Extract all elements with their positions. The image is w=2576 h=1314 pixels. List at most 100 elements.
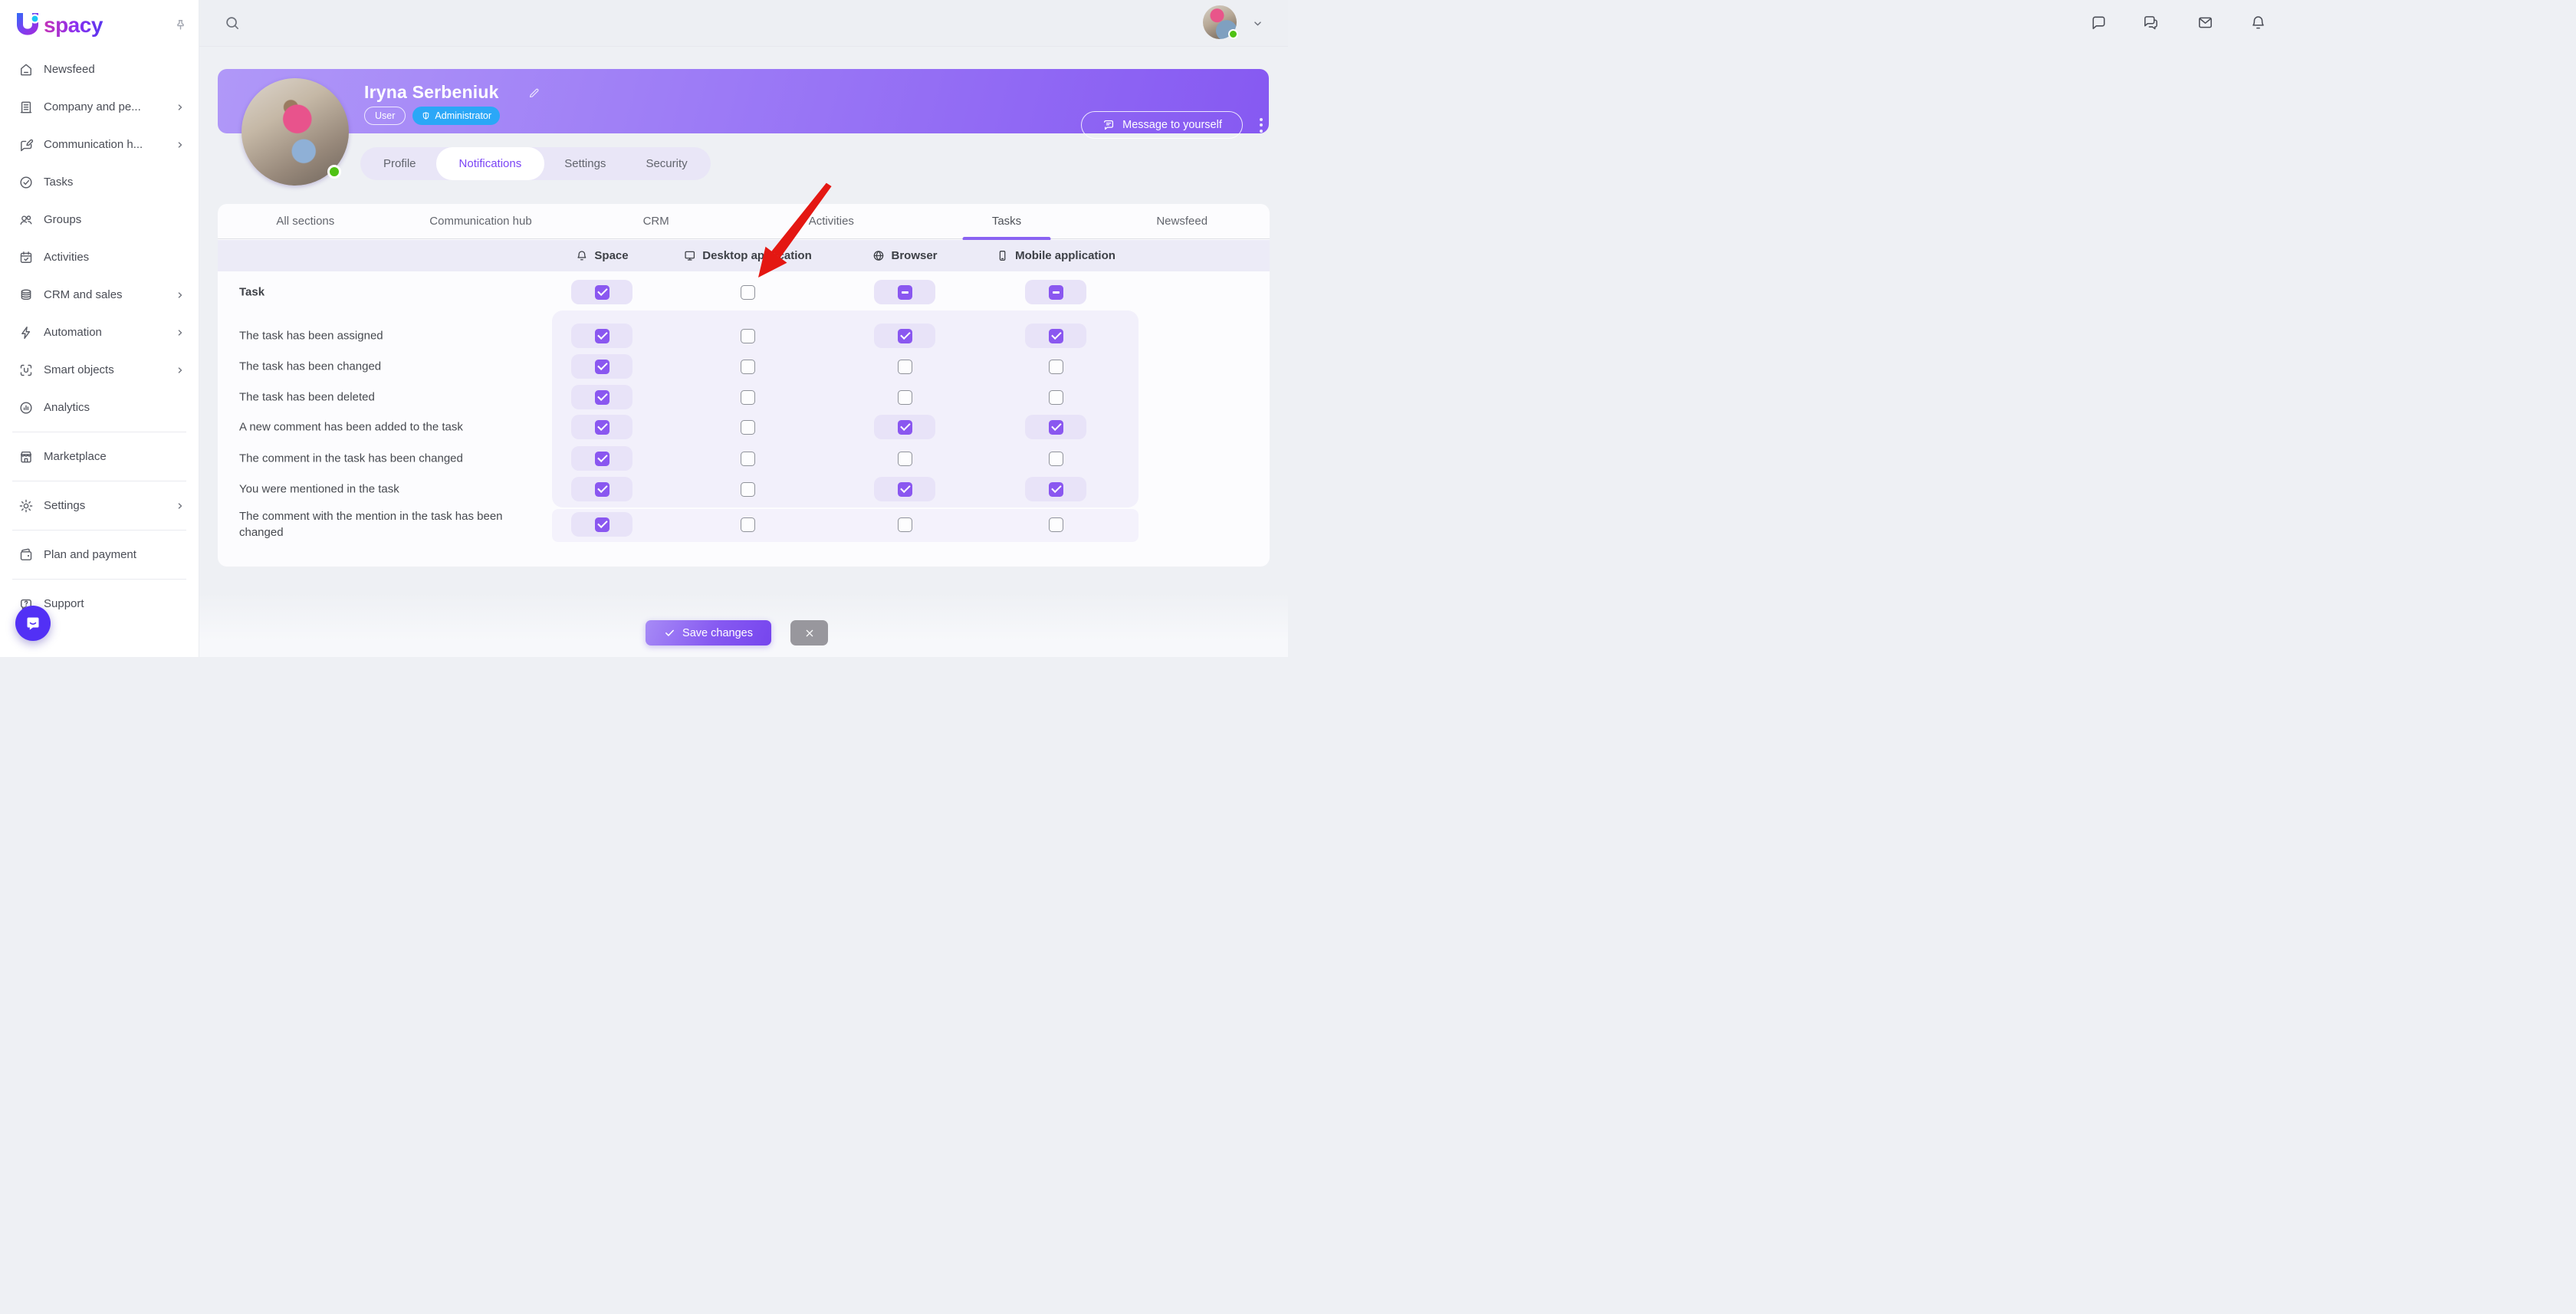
checkbox-row2-browser[interactable] (874, 354, 935, 379)
checkbox-row6-browser[interactable] (874, 477, 935, 501)
checked-checkbox (1049, 329, 1063, 343)
conversations-icon (2142, 14, 2160, 31)
sidebar-item-tasks[interactable]: Tasks (0, 163, 199, 201)
checkbox-task-browser[interactable] (874, 280, 935, 304)
chat-icon[interactable] (2090, 14, 2108, 31)
checkbox-row3-mobile[interactable] (1025, 385, 1086, 409)
mail-icon[interactable] (2196, 14, 2214, 31)
checkbox-task-desktop[interactable] (717, 280, 778, 304)
support-chat-fab[interactable] (15, 606, 51, 641)
uspacy-logo-icon (14, 11, 41, 40)
column-header-label: Space (594, 249, 628, 262)
checkbox-row4-space[interactable] (571, 415, 632, 439)
comm-hub-icon (18, 137, 34, 153)
checkbox-row2-space[interactable] (571, 354, 632, 379)
tab-security[interactable]: Security (626, 147, 707, 180)
tab-notifications[interactable]: Notifications (436, 147, 545, 180)
pin-sidebar-icon[interactable] (173, 18, 188, 33)
section-tab-crm[interactable]: CRM (568, 204, 744, 238)
sidebar-item-activities[interactable]: Activities (0, 238, 199, 276)
company-icon (18, 100, 34, 115)
checkbox-row1-desktop[interactable] (717, 324, 778, 348)
checkbox-row4-mobile[interactable] (1025, 415, 1086, 439)
sidebar-item-label: Smart objects (44, 363, 114, 376)
more-options-kebab-icon[interactable] (1254, 114, 1268, 136)
sidebar-item-label: CRM and sales (44, 288, 123, 301)
sidebar-item-plan-and-payment[interactable]: Plan and payment (0, 536, 199, 573)
checkbox-row1-browser[interactable] (874, 324, 935, 348)
checked-checkbox (595, 452, 610, 466)
search-icon[interactable] (224, 15, 241, 31)
marketplace-icon (18, 449, 34, 465)
unchecked-checkbox (741, 420, 755, 435)
sidebar-item-company-and-pe[interactable]: Company and pe... (0, 88, 199, 126)
row-label-row2: The task has been changed (239, 360, 381, 373)
checkbox-row5-desktop[interactable] (717, 446, 778, 471)
unchecked-checkbox (1049, 360, 1063, 374)
sidebar-item-communication-h[interactable]: Communication h... (0, 126, 199, 163)
cancel-button[interactable] (790, 620, 828, 646)
section-tab-tasks[interactable]: Tasks (919, 204, 1095, 238)
checkbox-row4-browser[interactable] (874, 415, 935, 439)
checkbox-task-space[interactable] (571, 280, 632, 304)
notification-grid: TaskThe task has been assignedThe task h… (218, 271, 1270, 567)
conversations-icon[interactable] (2142, 14, 2160, 31)
sidebar-item-analytics[interactable]: Analytics (0, 389, 199, 426)
checkbox-row2-mobile[interactable] (1025, 354, 1086, 379)
tab-profile[interactable]: Profile (363, 147, 436, 180)
sidebar-item-groups[interactable]: Groups (0, 201, 199, 238)
online-status-dot (1228, 29, 1238, 39)
sidebar-item-newsfeed[interactable]: Newsfeed (0, 51, 199, 88)
checkbox-row5-space[interactable] (571, 446, 632, 471)
sidebar-item-label: Company and pe... (44, 100, 141, 113)
checkbox-last-space[interactable] (571, 512, 632, 537)
section-tab-newsfeed[interactable]: Newsfeed (1094, 204, 1270, 238)
checkbox-row4-desktop[interactable] (717, 415, 778, 439)
mail-icon (2196, 14, 2214, 31)
chevron-down-icon[interactable] (1251, 17, 1264, 30)
unchecked-checkbox (741, 285, 755, 300)
profile-badges: UserAdministrator (364, 107, 500, 125)
checkbox-row6-space[interactable] (571, 477, 632, 501)
message-to-yourself-button[interactable]: Message to yourself (1081, 111, 1243, 139)
unchecked-checkbox (898, 517, 912, 532)
sidebar-item-settings[interactable]: Settings (0, 487, 199, 524)
checkbox-task-mobile[interactable] (1025, 280, 1086, 304)
edit-name-pencil-icon[interactable] (527, 87, 540, 100)
groups-icon (18, 212, 34, 228)
sidebar-item-marketplace[interactable]: Marketplace (0, 438, 199, 475)
checkbox-row5-browser[interactable] (874, 446, 935, 471)
checkbox-row6-mobile[interactable] (1025, 477, 1086, 501)
section-tab-communication-hub[interactable]: Communication hub (393, 204, 569, 238)
checkbox-row1-mobile[interactable] (1025, 324, 1086, 348)
checkbox-last-mobile[interactable] (1025, 512, 1086, 537)
checkbox-row3-space[interactable] (571, 385, 632, 409)
checkbox-last-desktop[interactable] (717, 512, 778, 537)
chat-smile-icon (24, 614, 42, 632)
sidebar-item-label: Settings (44, 499, 85, 512)
settings-icon (18, 498, 34, 514)
column-header-label: Browser (891, 249, 937, 262)
checkbox-row5-mobile[interactable] (1025, 446, 1086, 471)
checked-checkbox (898, 420, 912, 435)
checkbox-row6-desktop[interactable] (717, 477, 778, 501)
save-changes-button[interactable]: Save changes (646, 620, 771, 646)
checkbox-row3-desktop[interactable] (717, 385, 778, 409)
sidebar-item-automation[interactable]: Automation (0, 314, 199, 351)
checkbox-row2-desktop[interactable] (717, 354, 778, 379)
bell-icon[interactable] (2249, 14, 2267, 31)
uspacy-logo[interactable]: spacy (14, 11, 103, 40)
tab-settings[interactable]: Settings (544, 147, 626, 180)
channel-column-header: SpaceDesktop applicationBrowserMobile ap… (218, 240, 1270, 271)
topbar-avatar[interactable] (1203, 5, 1237, 39)
section-tab-all-sections[interactable]: All sections (218, 204, 393, 238)
section-tab-activities[interactable]: Activities (744, 204, 919, 238)
checkbox-last-browser[interactable] (874, 512, 935, 537)
sidebar-item-label: Support (44, 597, 84, 610)
sidebar-item-crm-and-sales[interactable]: CRM and sales (0, 276, 199, 314)
checkbox-row3-browser[interactable] (874, 385, 935, 409)
checkbox-row1-space[interactable] (571, 324, 632, 348)
sidebar-item-smart-objects[interactable]: Smart objects (0, 351, 199, 389)
chevron-right-icon (174, 327, 186, 339)
row-label-row3: The task has been deleted (239, 391, 375, 404)
